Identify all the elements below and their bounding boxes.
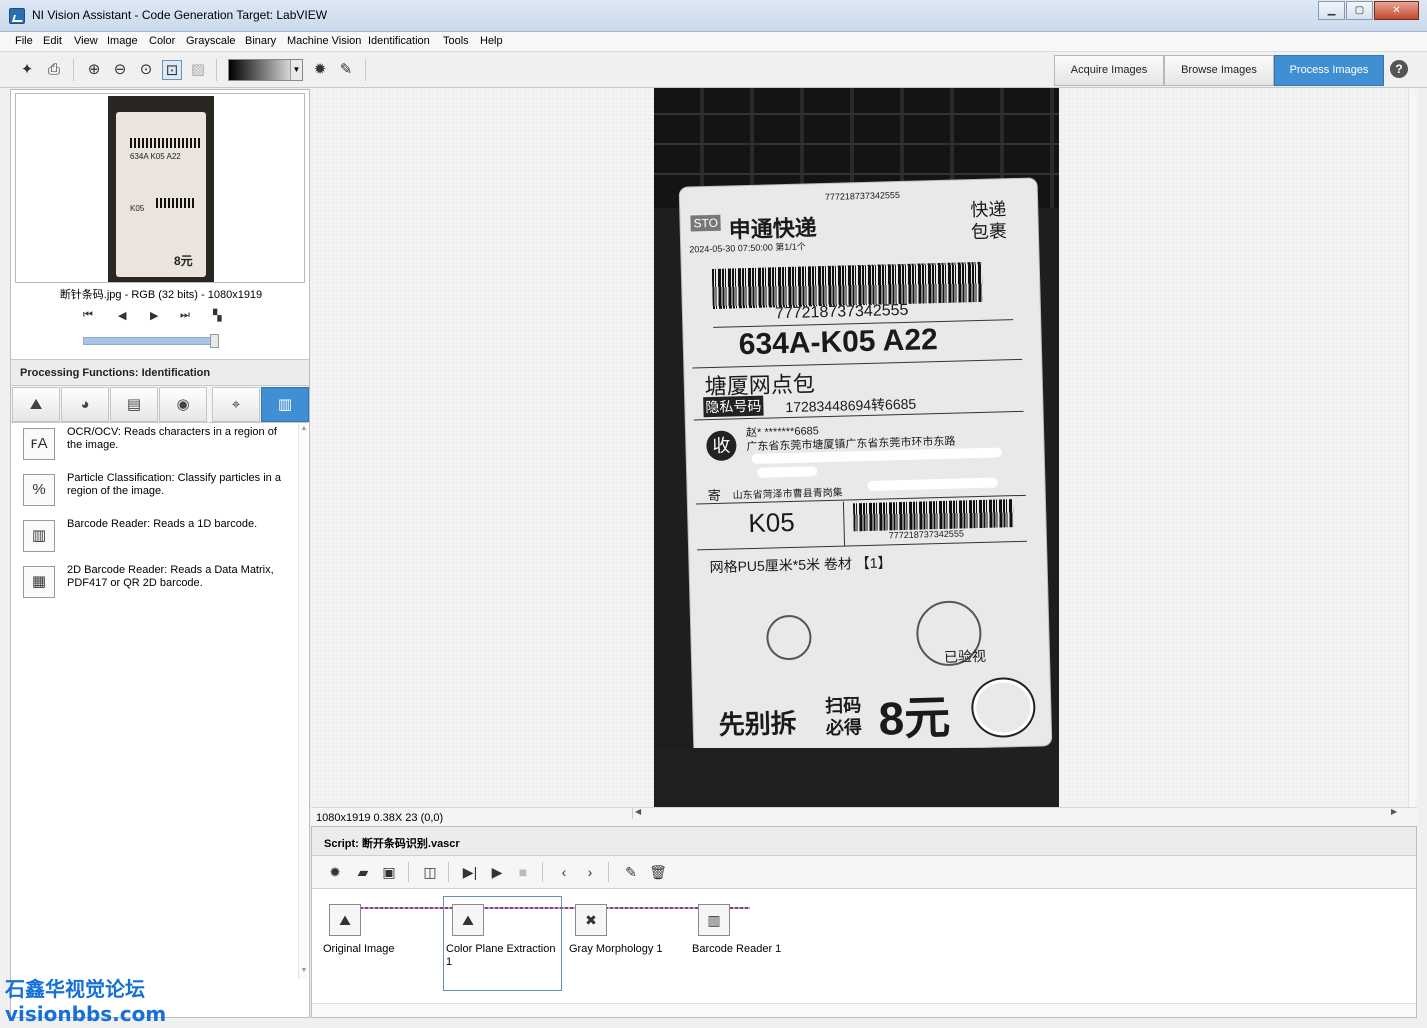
delete-step-icon[interactable]: 🗑	[648, 862, 668, 882]
save-script-icon[interactable]: ▣	[379, 862, 399, 882]
maximize-button[interactable]: ▢	[1346, 1, 1373, 20]
function-ocr[interactable]: ꜰA OCR/OCV: Reads characters in a region…	[11, 423, 298, 467]
menu-binary[interactable]: Binary	[245, 35, 276, 47]
zoom-out-icon[interactable]: ⊖	[110, 60, 130, 80]
app-icon	[9, 8, 25, 24]
tab-browse-images[interactable]: Browse Images	[1164, 55, 1274, 86]
processed-image[interactable]: STO 申通快递 快递 包裹 777218737342555 2024-05-3…	[654, 88, 1059, 807]
script-panel: Script: 断开条码识别.vascr ✹ ▰ ▣ ◫ ▶| ▶ ■ ‹ › …	[311, 826, 1417, 1018]
threshold-icon[interactable]: ✹	[310, 60, 330, 80]
run-icon[interactable]: ▶	[487, 862, 507, 882]
scroll-right-icon[interactable]: ▶	[1391, 807, 1397, 816]
menu-grayscale[interactable]: Grayscale	[186, 35, 236, 47]
menu-tools[interactable]: Tools	[443, 35, 469, 47]
window-title: NI Vision Assistant - Code Generation Ta…	[32, 8, 328, 22]
step-back-icon[interactable]: ‹	[554, 862, 574, 882]
close-button[interactable]: ✕	[1374, 1, 1419, 20]
scroll-left-icon[interactable]: ◀	[635, 807, 641, 816]
browse-mode-button[interactable]: ▚	[213, 309, 221, 322]
next-image-button[interactable]: ▶	[150, 309, 158, 322]
zoom-fit-icon[interactable]: ⊡	[162, 60, 182, 80]
menu-machine-vision[interactable]: Machine Vision	[287, 35, 361, 47]
menu-identification[interactable]: Identification	[368, 35, 430, 47]
run-once-icon[interactable]: ▶|	[460, 862, 480, 882]
open-script-icon[interactable]: ▰	[353, 862, 373, 882]
image-thumbnail[interactable]: 634A K05 A22 K05 8元	[108, 96, 214, 282]
menu-image[interactable]: Image	[107, 35, 138, 47]
image-overlay-icon[interactable]: ▨	[188, 60, 208, 80]
function-description: OCR/OCV: Reads characters in a region of…	[67, 426, 277, 451]
step-forward-icon[interactable]: ›	[580, 862, 600, 882]
edit-step-icon[interactable]: ✎	[621, 862, 641, 882]
stop-icon[interactable]: ■	[513, 862, 533, 882]
color-plane-extraction-icon: ⛰	[452, 904, 484, 936]
barcode-icon: ▥	[23, 520, 55, 552]
last-image-button[interactable]: ⏭	[180, 309, 190, 322]
chevron-down-icon[interactable]: ▼	[290, 60, 302, 80]
tab-acquire-images[interactable]: Acquire Images	[1054, 55, 1164, 86]
help-icon[interactable]: ?	[1390, 60, 1408, 78]
image-slider[interactable]	[83, 337, 215, 345]
script-title: Script: 断开条码识别.vascr	[312, 827, 1416, 856]
menu-bar: File Edit View Image Color Grayscale Bin…	[0, 32, 1427, 52]
particle-classification-icon: %	[23, 474, 55, 506]
previous-image-button[interactable]: ◀	[118, 309, 126, 322]
image-horizontal-scrollbar[interactable]: ◀ ▶	[632, 807, 1400, 819]
acquire-image-icon[interactable]: ✦	[17, 60, 37, 80]
function-list-scrollbar[interactable]: ▲ ▼	[298, 423, 308, 979]
2d-barcode-icon: ▦	[23, 566, 55, 598]
ocr-icon: ꜰA	[23, 428, 55, 460]
shipping-label: STO 申通快递 快递 包裹 777218737342555 2024-05-3…	[679, 178, 1052, 755]
image-bottom-background	[654, 748, 1059, 807]
menu-file[interactable]: File	[15, 35, 33, 47]
function-2d-barcode-reader[interactable]: ▦ 2D Barcode Reader: Reads a Data Matrix…	[11, 561, 298, 605]
function-barcode-reader[interactable]: ▥ Barcode Reader: Reads a 1D barcode.	[11, 515, 298, 559]
minimize-button[interactable]: ▁	[1318, 1, 1345, 20]
scroll-up-icon[interactable]: ▲	[299, 425, 309, 432]
function-description: Particle Classification: Classify partic…	[67, 472, 281, 497]
function-description: 2D Barcode Reader: Reads a Data Matrix, …	[67, 564, 274, 589]
menu-view[interactable]: View	[74, 35, 98, 47]
zoom-in-icon[interactable]: ⊕	[84, 60, 104, 80]
script-toolbar: ✹ ▰ ▣ ◫ ▶| ▶ ■ ‹ › ✎ 🗑	[312, 856, 1416, 889]
processing-functions-title: Processing Functions: Identification	[11, 359, 309, 386]
tab-process-images[interactable]: Process Images	[1274, 55, 1384, 86]
zoom-1to1-icon[interactable]: ⊙	[136, 60, 156, 80]
edit-palette-icon[interactable]: ✎	[336, 60, 356, 80]
save-image-icon[interactable]: ⎙	[44, 60, 64, 80]
function-description: Barcode Reader: Reads a 1D barcode.	[67, 518, 258, 530]
watermark-title: 石鑫华视觉论坛	[5, 977, 145, 1001]
category-identification-icon[interactable]: ▥	[261, 387, 309, 422]
function-list: ꜰA OCR/OCV: Reads characters in a region…	[11, 423, 298, 983]
function-category-bar: ⛰ ◕ ▤ ◉ ⌖ ▥	[11, 386, 309, 423]
image-info-text: 1080x1919 0.38X 23 (0,0)	[316, 812, 444, 824]
barcode-reader-step-icon: ▥	[698, 904, 730, 936]
watermark-url: visionbbs.com	[5, 1002, 167, 1026]
original-image-icon: ⛰	[329, 904, 361, 936]
category-color-icon[interactable]: ◕	[61, 387, 109, 422]
function-particle-classification[interactable]: % Particle Classification: Classify part…	[11, 469, 298, 513]
image-caption: 断针条码.jpg - RGB (32 bits) - 1080x1919	[59, 289, 263, 301]
script-scrollbar[interactable]	[312, 1003, 1416, 1017]
first-image-button[interactable]: ⏮	[83, 309, 93, 322]
image-slider-thumb[interactable]	[210, 334, 219, 348]
menu-help[interactable]: Help	[480, 35, 503, 47]
image-vertical-scrollbar[interactable]	[1408, 89, 1417, 807]
image-thumbnail-frame: 634A K05 A22 K05 8元	[15, 93, 305, 283]
category-binary-icon[interactable]: ◉	[159, 387, 207, 422]
title-bar: NI Vision Assistant - Code Generation Ta…	[0, 0, 1427, 32]
category-image-icon[interactable]: ⛰	[12, 387, 60, 422]
category-grayscale-icon[interactable]: ▤	[110, 387, 158, 422]
menu-edit[interactable]: Edit	[43, 35, 62, 47]
gray-morphology-icon: ✖	[575, 904, 607, 936]
menu-color[interactable]: Color	[149, 35, 175, 47]
comment-icon[interactable]: ◫	[420, 862, 440, 882]
scroll-down-icon[interactable]: ▼	[299, 967, 309, 974]
new-script-icon[interactable]: ✹	[325, 862, 345, 882]
left-panel: 634A K05 A22 K05 8元 断针条码.jpg - RGB (32 b…	[10, 89, 310, 1018]
category-machine-vision-icon[interactable]: ⌖	[212, 387, 260, 422]
